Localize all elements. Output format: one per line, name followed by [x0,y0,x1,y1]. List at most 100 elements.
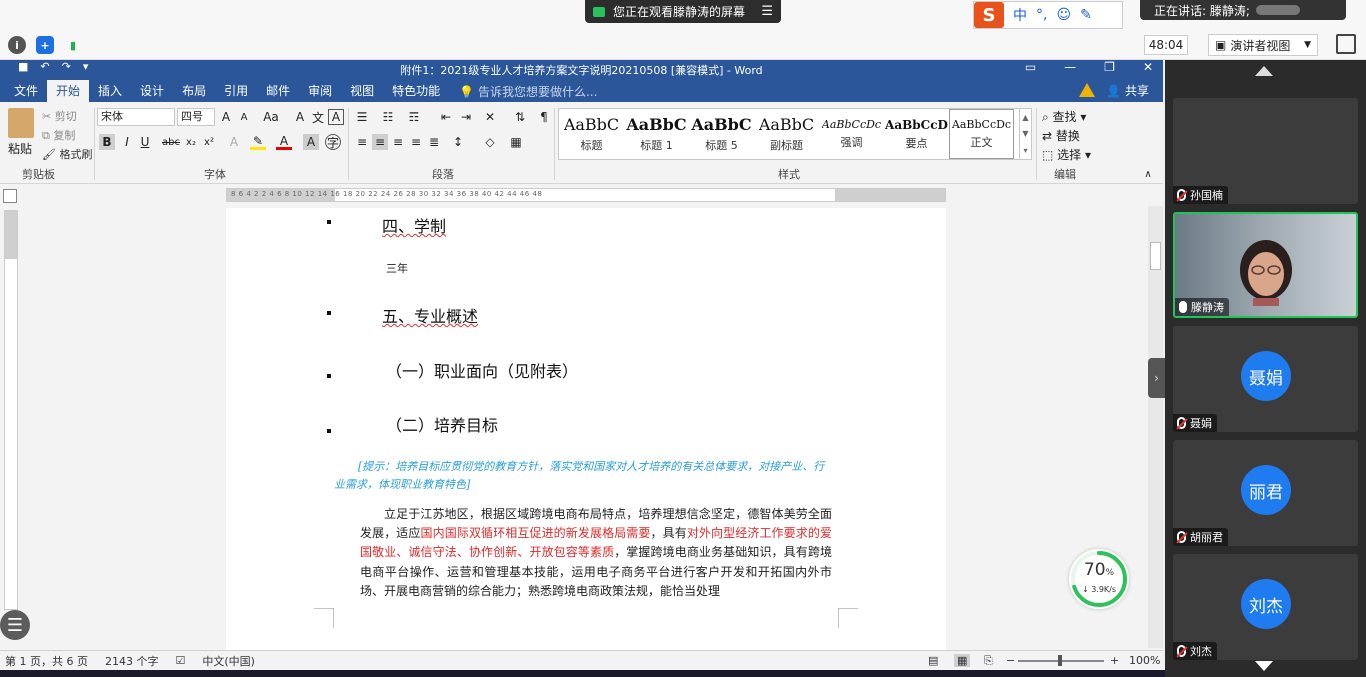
style-key-point[interactable]: AaBbCcD 要点 [884,109,949,159]
tab-insert[interactable]: 插入 [89,80,131,102]
zoom-out-icon[interactable]: − [1006,654,1015,667]
chevron-right-icon[interactable]: › [1148,358,1165,398]
zoom-level[interactable]: 100% [1129,654,1160,667]
zoom-slider-knob[interactable] [1058,655,1062,666]
borders-icon[interactable]: ▦ [508,134,524,150]
text-effects-icon[interactable]: A [226,134,242,150]
subscript-icon[interactable]: x₂ [183,134,199,150]
participant-tile-active[interactable]: 滕静涛 [1173,212,1358,318]
style-heading-5[interactable]: AaBbC 标题 5 [689,109,754,159]
sort-icon[interactable]: ⇅ [512,109,528,125]
horizontal-ruler[interactable]: 8 6 4 2 2 4 6 8 10 12 14 16 18 20 22 24 … [226,188,946,202]
grow-font-icon[interactable]: A [218,109,234,125]
participant-tile[interactable]: 孙国楠 [1173,98,1358,204]
font-size-select[interactable]: 四号 [177,108,215,126]
smiley-icon[interactable]: ☺ [1056,7,1071,23]
change-case-icon[interactable]: Aa [260,109,282,125]
paste-icon[interactable] [8,108,34,138]
enclose-character-icon[interactable]: 字 [325,134,341,150]
tab-view[interactable]: 视图 [341,80,383,102]
info-icon[interactable]: i [8,36,26,54]
underline-icon[interactable]: U [137,134,153,150]
chevron-up-icon[interactable] [1255,66,1273,76]
align-right-icon[interactable]: ≡ [390,134,406,150]
vertical-scrollbar[interactable] [1148,206,1163,648]
ime-mode[interactable]: 中 [1013,5,1027,25]
phonetic-guide-icon[interactable]: 文 [310,109,326,125]
web-layout-icon[interactable]: ⎘ [984,654,993,668]
find-button[interactable]: ⌕ 查找 ▾ [1042,108,1091,127]
presenter-view-button[interactable]: ▣ 演讲者视图 ▼ [1208,34,1318,56]
pen-icon[interactable]: ✎ [1080,7,1092,23]
zoom-slider[interactable] [1018,655,1104,666]
tab-selector[interactable] [3,189,17,203]
character-shading-icon[interactable]: A [303,134,319,150]
ribbon-display-icon[interactable]: ▭ [1025,60,1036,74]
scrollbar-thumb[interactable] [1150,242,1161,270]
tab-file[interactable]: 文件 [0,80,47,102]
clear-format-icon[interactable]: A [292,109,308,125]
print-layout-icon[interactable]: ▦ [954,654,971,667]
sogou-logo-icon[interactable]: S [974,2,1004,28]
tab-features[interactable]: 特色功能 [383,80,449,102]
style-heading-1[interactable]: AaBbC 标题 1 [624,109,689,159]
replace-button[interactable]: ⇄ 替换 [1042,127,1091,146]
minimize-icon[interactable]: — [1064,60,1076,74]
decrease-indent-icon[interactable]: ⇤ [438,109,454,125]
justify-icon[interactable]: ≡ [408,134,424,150]
language-status[interactable]: 中文(中国) [202,653,255,669]
vertical-ruler[interactable] [4,210,18,610]
chevron-down-icon[interactable]: ▼ [1022,129,1028,138]
collapse-ribbon-icon[interactable]: ∧ [1140,166,1156,182]
font-name-select[interactable]: 宋体 [97,108,175,126]
signal-icon[interactable]: ▮ [64,36,82,54]
more-styles-icon[interactable]: ▾ [1023,146,1027,155]
chevron-down-icon[interactable] [1255,661,1273,671]
shading-icon[interactable]: ◇ [482,134,498,150]
style-subtitle[interactable]: AaBbC 副标题 [754,109,819,159]
floating-menu-icon[interactable]: ☰ [0,610,30,640]
shrink-font-icon[interactable]: A [236,109,252,125]
share-button[interactable]: 👤 共享 [1102,81,1153,100]
word-count[interactable]: 2143 个字 [105,653,159,669]
chinese-layout-icon[interactable]: ✕ [482,109,498,125]
proofing-icon[interactable]: ☑ [175,654,185,667]
italic-icon[interactable]: I [119,134,135,150]
tab-mailings[interactable]: 邮件 [257,80,299,102]
style-title[interactable]: AaBbC 标题 [559,109,624,159]
chevron-up-icon[interactable]: ▲ [1022,113,1028,122]
distributed-icon[interactable]: ≣ [426,134,442,150]
numbering-icon[interactable]: ☷ [380,109,396,125]
menu-icon[interactable]: ☰ [761,4,773,19]
character-border-icon[interactable]: A [328,109,344,125]
multilevel-list-icon[interactable]: ☶ [406,109,422,125]
style-emphasis[interactable]: AaBbCcDc 强调 [819,109,884,159]
read-mode-icon[interactable]: ▤ [928,654,938,667]
show-marks-icon[interactable]: ¶ [536,109,552,125]
close-icon[interactable]: ✕ [1143,60,1153,74]
tab-home[interactable]: 开始 [47,80,90,102]
document-page[interactable]: 四、学制 三年 五、专业概述 （一）职业面向（见附表） （二）培养目标 [提示：… [226,208,946,650]
bullets-icon[interactable]: ☰ [354,109,370,125]
participant-tile[interactable]: 刘杰 刘杰 [1173,554,1358,660]
font-color-icon[interactable]: A [276,134,292,150]
styles-scroll[interactable]: ▲ ▼ ▾ [1019,109,1031,159]
line-spacing-icon[interactable]: ↕ [450,134,466,150]
participant-tile[interactable]: 聂娟 聂娟 [1173,326,1358,432]
style-normal[interactable]: AaBbCcDc 正文 [949,109,1014,159]
tell-me-search[interactable]: 💡 告诉我您想要做什么... [459,83,597,100]
tab-layout[interactable]: 布局 [173,80,215,102]
tab-review[interactable]: 审阅 [299,80,341,102]
align-left-icon[interactable]: ≡ [354,134,370,150]
format-painter-button[interactable]: 🖌 格式刷 [42,146,92,162]
cut-button[interactable]: ✂ 剪切 [42,108,77,124]
maximize-icon[interactable]: ❐ [1104,60,1115,74]
participant-tile[interactable]: 丽君 胡丽君 [1173,440,1358,546]
ime-punctuation[interactable]: °, [1036,7,1047,23]
superscript-icon[interactable]: x² [201,134,217,150]
increase-indent-icon[interactable]: ⇥ [458,109,474,125]
warning-icon[interactable] [1079,83,1095,97]
tab-design[interactable]: 设计 [131,80,173,102]
ime-toolbar[interactable]: S 中 °, ☺ ✎ [973,1,1123,29]
network-monitor[interactable]: 70% ↓ 3.9K/s [1069,549,1129,609]
